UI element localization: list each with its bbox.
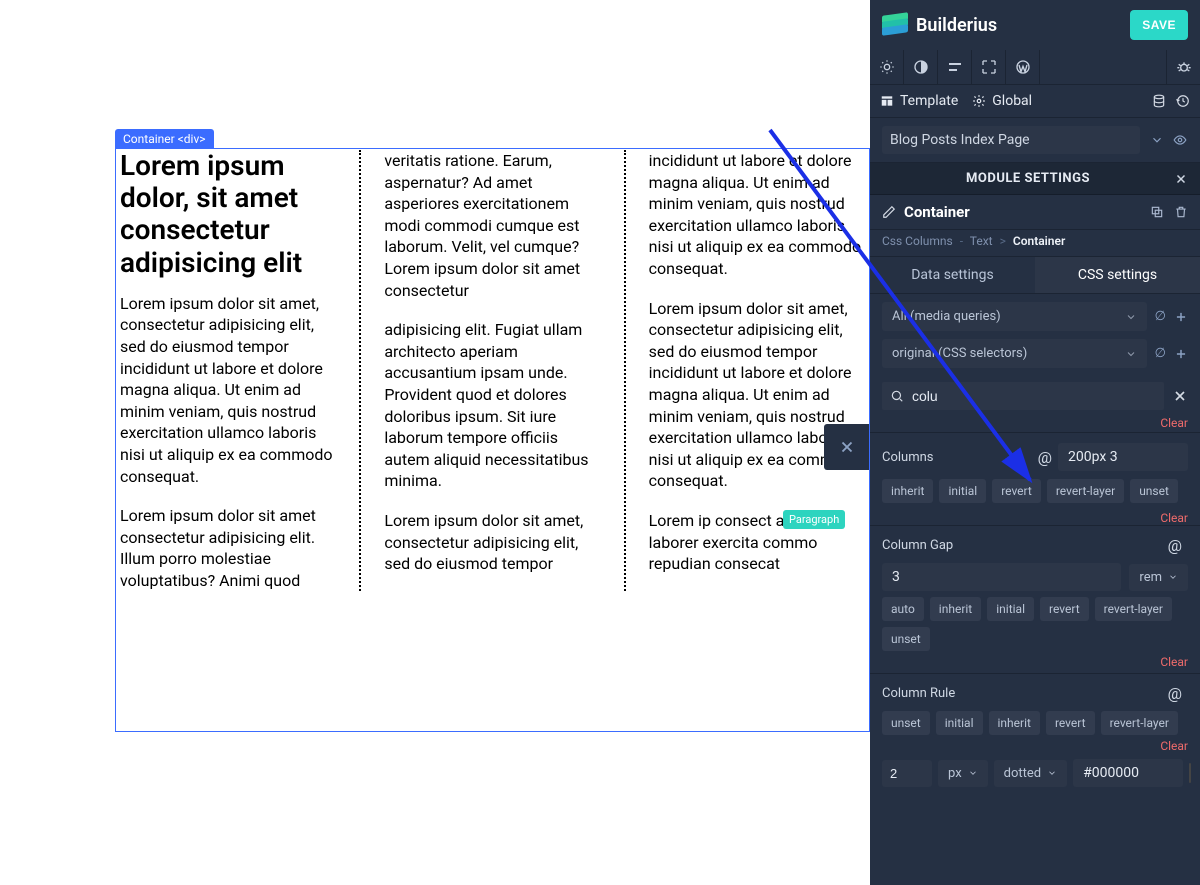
brand-logo: [882, 14, 908, 36]
empty-set-icon[interactable]: ∅: [1155, 346, 1166, 361]
pencil-icon[interactable]: [882, 205, 896, 219]
element-name: Container: [904, 203, 970, 221]
clear-button[interactable]: Clear: [1160, 416, 1188, 430]
breadcrumb-current: Container: [1013, 234, 1065, 248]
selection-label[interactable]: Container <div>: [115, 129, 214, 149]
chevron-down-icon: [968, 768, 978, 778]
columns-label: Columns: [882, 450, 1038, 465]
keyword-chip[interactable]: initial: [939, 479, 986, 503]
module-settings-title: MODULE SETTINGS: [882, 171, 1174, 186]
empty-set-icon[interactable]: ∅: [1155, 309, 1166, 324]
keyword-chip[interactable]: revert: [1046, 711, 1095, 735]
search-icon: [890, 389, 904, 403]
keyword-chip[interactable]: inherit: [882, 479, 933, 503]
wordpress-icon[interactable]: [1006, 50, 1040, 84]
property-search-input[interactable]: [912, 388, 1156, 404]
editor-canvas[interactable]: Container <div> Paragraph Lorem ipsum do…: [0, 0, 870, 885]
keyword-chip[interactable]: unset: [882, 711, 930, 735]
color-swatch[interactable]: [1189, 763, 1191, 783]
column-gap-label: Column Gap: [882, 538, 1168, 553]
settings-sidebar: Builderius SAVE Template Global: [870, 0, 1200, 885]
columns-input[interactable]: [1058, 443, 1188, 471]
sun-icon[interactable]: [870, 50, 904, 84]
css-selector-dropdown[interactable]: original (CSS selectors): [882, 339, 1147, 368]
history-icon[interactable]: [1176, 94, 1190, 108]
gear-icon: [972, 94, 986, 108]
at-icon[interactable]: @: [1168, 536, 1182, 555]
keyword-chip[interactable]: revert-layer: [1095, 597, 1172, 621]
paragraph-badge[interactable]: Paragraph: [783, 510, 845, 529]
mode-template-label: Template: [900, 93, 958, 109]
at-icon[interactable]: @: [1038, 448, 1052, 467]
container-element[interactable]: Lorem ipsum dolor, sit amet consectetur …: [120, 150, 865, 591]
column-rule-color-input[interactable]: [1073, 759, 1183, 787]
trash-icon[interactable]: [1174, 205, 1188, 219]
panel-collapse-button[interactable]: [824, 424, 870, 470]
chevron-down-icon: [1125, 348, 1137, 360]
column-gap-unit-value: rem: [1139, 570, 1162, 585]
template-icon: [880, 94, 894, 108]
at-icon[interactable]: @: [1168, 684, 1182, 703]
keyword-chip[interactable]: inherit: [930, 597, 981, 621]
save-button[interactable]: SAVE: [1130, 10, 1188, 40]
keyword-chip[interactable]: revert-layer: [1047, 479, 1124, 503]
keyword-chip[interactable]: unset: [1130, 479, 1178, 503]
breadcrumb-item[interactable]: Text: [970, 234, 993, 248]
breadcrumb-item[interactable]: Css Columns: [882, 234, 953, 248]
copy-icon[interactable]: [1150, 205, 1164, 219]
column-rule-width-input[interactable]: [882, 760, 932, 787]
column-gap-unit-select[interactable]: rem: [1129, 564, 1188, 591]
chevron-down-icon: [1125, 311, 1137, 323]
keyword-chip[interactable]: revert-layer: [1101, 711, 1178, 735]
eye-icon[interactable]: [1172, 133, 1188, 147]
breadcrumb: Css Columns - Text > Container: [870, 230, 1200, 257]
page-selector[interactable]: Blog Posts Index Page: [882, 126, 1140, 154]
align-icon[interactable]: [938, 50, 972, 84]
chevron-down-icon[interactable]: [1150, 133, 1164, 147]
plus-icon[interactable]: [1174, 310, 1188, 324]
mode-global[interactable]: Global: [972, 93, 1032, 109]
paragraph-text: Lorem ipsum dolor sit amet, consectetur …: [120, 293, 336, 487]
media-query-selector[interactable]: All (media queries): [882, 302, 1147, 331]
keyword-chip[interactable]: inherit: [989, 711, 1040, 735]
heading-text: Lorem ipsum dolor, sit amet consectetur …: [120, 150, 336, 279]
column-rule-label: Column Rule: [882, 686, 1168, 701]
tab-data-settings[interactable]: Data settings: [870, 257, 1035, 293]
clear-button[interactable]: Clear: [1160, 739, 1188, 753]
css-selector-value: original (CSS selectors): [892, 346, 1027, 361]
mode-template[interactable]: Template: [880, 93, 958, 109]
mode-global-label: Global: [992, 93, 1032, 109]
clear-search-icon[interactable]: [1172, 388, 1188, 404]
bug-icon[interactable]: [1166, 50, 1200, 84]
paragraph-text: adipisicing elit. Fugiat ullam architect…: [384, 319, 600, 492]
column-gap-input[interactable]: [882, 563, 1121, 591]
close-icon[interactable]: [1174, 172, 1188, 186]
chevron-down-icon: [1168, 572, 1178, 582]
tab-css-settings[interactable]: CSS settings: [1035, 257, 1200, 293]
clear-button[interactable]: Clear: [1160, 655, 1188, 669]
brand-name: Builderius: [916, 15, 997, 36]
keyword-chip[interactable]: revert: [992, 479, 1041, 503]
keyword-chip[interactable]: initial: [936, 711, 983, 735]
keyword-chip[interactable]: auto: [882, 597, 924, 621]
contrast-icon[interactable]: [904, 50, 938, 84]
database-icon[interactable]: [1152, 94, 1166, 108]
plus-icon[interactable]: [1174, 347, 1188, 361]
column-rule-width-unit[interactable]: px: [938, 760, 988, 787]
keyword-chip[interactable]: unset: [882, 627, 930, 651]
expand-icon[interactable]: [972, 50, 1006, 84]
clear-button[interactable]: Clear: [1160, 511, 1188, 525]
media-query-value: All (media queries): [892, 309, 1001, 324]
chevron-down-icon: [1047, 768, 1057, 778]
column-rule-style-select[interactable]: dotted: [994, 760, 1067, 787]
keyword-chip[interactable]: revert: [1040, 597, 1089, 621]
keyword-chip[interactable]: initial: [987, 597, 1034, 621]
